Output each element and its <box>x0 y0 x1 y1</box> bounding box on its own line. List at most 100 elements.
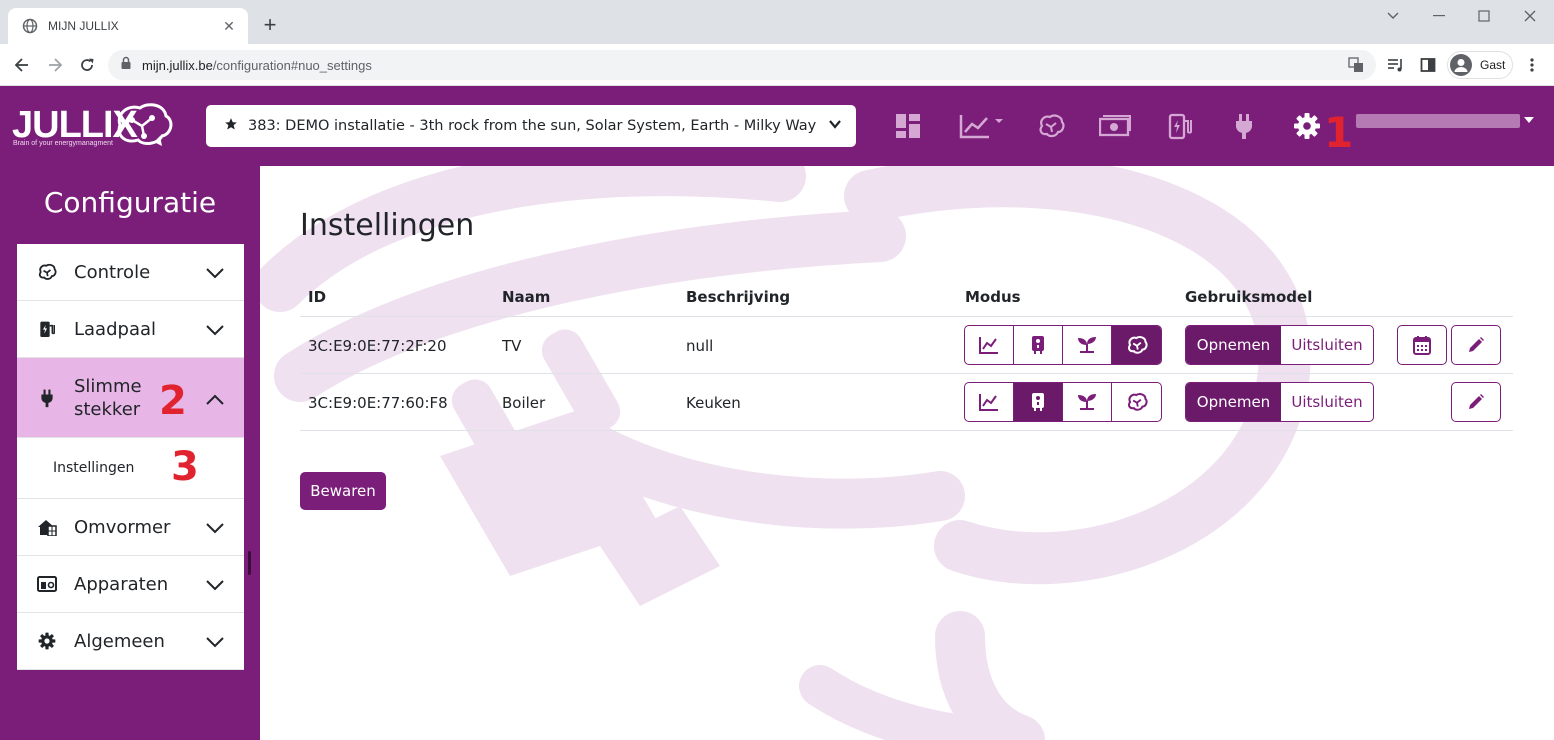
mode-eco-button[interactable] <box>1063 326 1112 364</box>
sidebar-menu: Controle Laadpaal Slimme stekker 2 Inste… <box>17 244 244 670</box>
chart-icon <box>979 337 998 354</box>
sidebar-subitem-label: Instellingen <box>53 460 135 476</box>
usage-toggle-group: Opnemen Uitsluiten <box>1185 382 1374 422</box>
address-bar[interactable]: mijn.jullix.be/configuration#nuo_setting… <box>108 50 1376 80</box>
translate-icon[interactable] <box>1348 57 1364 78</box>
chevron-down-icon <box>206 323 224 341</box>
usage-opnemen-button[interactable]: Opnemen <box>1186 383 1281 421</box>
menu-dots-icon[interactable] <box>1520 53 1544 77</box>
pencil-icon <box>1469 394 1484 409</box>
avatar <box>1450 54 1472 76</box>
chevron-down-icon <box>206 266 224 284</box>
dashboard-icon[interactable] <box>892 110 924 142</box>
plug-icon <box>37 388 57 408</box>
tab-title: MIJN JULLIX <box>48 19 119 33</box>
media-icon[interactable] <box>1384 53 1408 77</box>
annotation-3: 3 <box>171 444 199 490</box>
device-description: null <box>686 337 714 355</box>
brain-icon[interactable] <box>1035 110 1067 142</box>
mode-boiler-button[interactable] <box>1014 383 1063 421</box>
sidebar-scrollbar[interactable] <box>248 551 251 575</box>
sidebar-item-slimme-stekker[interactable]: Slimme stekker 2 <box>17 358 244 438</box>
gear-icon <box>37 631 57 651</box>
mode-monitor-button[interactable] <box>965 383 1014 421</box>
installation-value: 383: DEMO installatie - 3th rock from th… <box>248 118 817 134</box>
side-panel-icon[interactable] <box>1416 53 1440 77</box>
sidebar-item-algemeen[interactable]: Algemeen <box>17 613 244 670</box>
jullix-logo[interactable]: JULLIX Brain of your energymanagment <box>12 100 174 152</box>
usage-uitsluiten-button[interactable]: Uitsluiten <box>1281 383 1373 421</box>
usage-uitsluiten-button[interactable]: Uitsluiten <box>1281 326 1373 364</box>
brain-icon <box>1127 336 1148 354</box>
edit-button[interactable] <box>1451 382 1501 422</box>
mode-smart-button[interactable] <box>1112 326 1161 364</box>
chevron-down-icon <box>206 635 224 653</box>
mode-eco-button[interactable] <box>1063 383 1112 421</box>
chevron-down-icon <box>206 578 224 596</box>
installation-select[interactable]: 383: DEMO installatie - 3th rock from th… <box>206 105 856 147</box>
minimize-icon[interactable] <box>1424 6 1454 26</box>
mode-boiler-button[interactable] <box>1014 326 1063 364</box>
usage-toggle-group: Opnemen Uitsluiten <box>1185 325 1374 365</box>
charger-icon[interactable] <box>1164 110 1196 142</box>
schedule-button[interactable] <box>1397 325 1447 365</box>
save-button[interactable]: Bewaren <box>300 472 386 510</box>
seedling-icon <box>1078 394 1096 410</box>
caret-down-icon[interactable] <box>1524 117 1534 123</box>
chart-icon <box>979 394 998 411</box>
profile-button[interactable]: Gast <box>1447 51 1513 79</box>
charger-icon <box>37 319 57 339</box>
sidebar-item-laadpaal[interactable]: Laadpaal <box>17 301 244 358</box>
chevron-down-icon <box>206 521 224 539</box>
boiler-icon <box>1032 336 1044 354</box>
usage-opnemen-button[interactable]: Opnemen <box>1186 326 1281 364</box>
device-name: TV <box>502 337 522 355</box>
mode-button-group <box>964 325 1162 365</box>
app-header: JULLIX Brain of your energymanagment 383… <box>0 86 1554 166</box>
solar-house-icon <box>37 517 57 537</box>
devices-icon <box>37 574 57 594</box>
user-menu[interactable] <box>1356 114 1520 128</box>
plug-watermark-icon <box>260 166 1311 740</box>
brain-logo-icon <box>117 103 173 146</box>
mode-smart-button[interactable] <box>1112 383 1161 421</box>
money-icon[interactable] <box>1099 110 1131 142</box>
chevron-down-icon <box>828 117 842 136</box>
seedling-icon <box>1078 337 1096 353</box>
calendar-icon <box>1413 336 1431 355</box>
browser-toolbar: mijn.jullix.be/configuration#nuo_setting… <box>0 44 1554 86</box>
sidebar-item-omvormer[interactable]: Omvormer <box>17 499 244 556</box>
sidebar-item-label: Controle <box>74 261 151 283</box>
window-close-icon[interactable] <box>1515 6 1545 26</box>
url-host: mijn.jullix.be <box>142 57 213 73</box>
close-icon[interactable]: ✕ <box>220 17 238 35</box>
browser-tab-bar: MIJN JULLIX ✕ + <box>0 0 1554 44</box>
plug-icon[interactable] <box>1228 110 1260 142</box>
column-header: Beschrijving <box>686 288 791 306</box>
maximize-icon[interactable] <box>1469 6 1499 26</box>
device-id: 3C:E9:0E:77:60:F8 <box>308 394 448 412</box>
sidebar-item-label: Slimme stekker <box>74 375 142 420</box>
sidebar-item-label: Algemeen <box>74 630 165 652</box>
sidebar-item-apparaten[interactable]: Apparaten <box>17 556 244 613</box>
gear-icon[interactable] <box>1291 110 1323 142</box>
forward-icon[interactable] <box>43 53 67 77</box>
edit-button[interactable] <box>1451 325 1501 365</box>
back-icon[interactable] <box>10 53 34 77</box>
reload-icon[interactable] <box>75 53 99 77</box>
chart-icon[interactable] <box>957 110 1005 142</box>
pencil-icon <box>1469 337 1484 352</box>
device-description: Keuken <box>686 394 741 412</box>
new-tab-button[interactable]: + <box>258 12 282 37</box>
sidebar-item-controle[interactable]: Controle <box>17 244 244 301</box>
sidebar-subitem-instellingen[interactable]: Instellingen 3 <box>17 438 244 499</box>
page-title: Instellingen <box>300 208 475 243</box>
mode-monitor-button[interactable] <box>965 326 1014 364</box>
chevron-down-icon[interactable] <box>1378 6 1408 26</box>
device-name: Boiler <box>502 394 546 412</box>
sidebar-title: Configuratie <box>43 186 217 219</box>
profile-label: Gast <box>1480 58 1506 72</box>
column-header: Modus <box>965 288 1021 306</box>
browser-tab[interactable]: MIJN JULLIX ✕ <box>8 8 248 44</box>
sidebar-item-label: Laadpaal <box>74 318 157 340</box>
